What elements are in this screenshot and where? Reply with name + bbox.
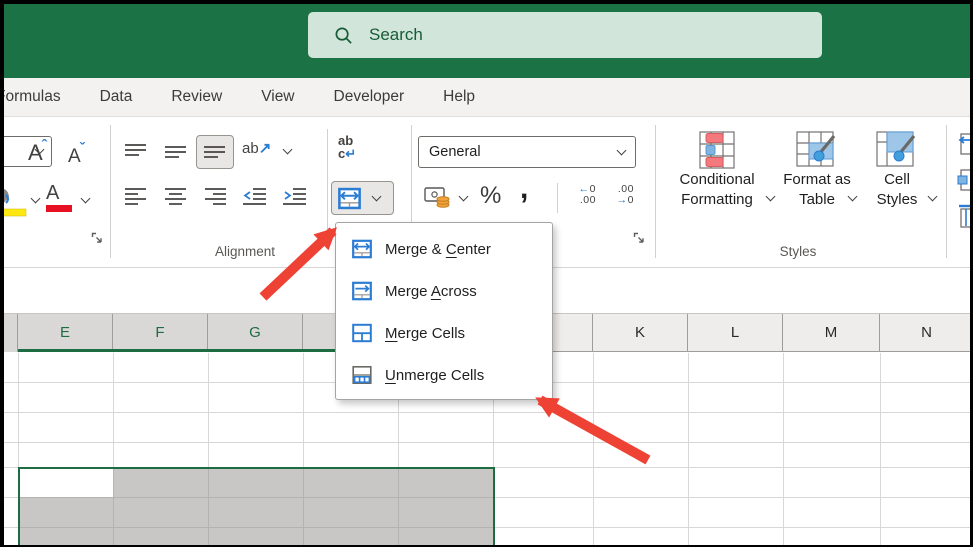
bottom-align-button[interactable] — [196, 135, 234, 169]
decrease-decimal-button[interactable]: .00 →0 — [602, 184, 634, 206]
cell-styles-button[interactable]: Cell Styles — [856, 130, 938, 210]
format-as-table-icon — [794, 130, 840, 170]
group-separator — [655, 125, 656, 258]
merge-cells-icon — [352, 323, 372, 343]
menu-item-label: Merge Cells — [385, 325, 465, 342]
tab-review[interactable]: Review — [168, 88, 225, 106]
menu-item-label: Merge & Center — [385, 241, 491, 258]
tab-developer[interactable]: Developer — [331, 88, 408, 106]
align-left-button[interactable] — [125, 187, 147, 205]
title-bar: Search — [0, 0, 973, 78]
number-format-combobox[interactable]: General — [418, 136, 636, 168]
column-header-k[interactable]: K — [593, 314, 688, 352]
caret-up-icon: ˆ — [42, 137, 47, 154]
wrap-text-button[interactable]: ab c↵ — [338, 134, 356, 160]
font-color-red-bar — [46, 205, 72, 212]
number-dialog-launcher-icon[interactable] — [632, 231, 646, 245]
menu-item-label: Merge Across — [385, 283, 477, 300]
merge-dropdown-menu: Merge & Center Merge Across Merge Cells … — [335, 222, 553, 400]
format-as-table-button[interactable]: Format as Table — [772, 130, 862, 210]
column-header-m[interactable]: M — [783, 314, 880, 352]
font-color-button[interactable]: A — [46, 183, 72, 212]
right-arrow-icon: → — [617, 194, 628, 206]
fill-color-dropdown-chevron[interactable] — [31, 194, 41, 204]
merge-center-icon — [338, 187, 361, 210]
align-right-button[interactable] — [205, 187, 227, 205]
menu-item-merge-cells[interactable]: Merge Cells — [336, 312, 552, 354]
column-header-f[interactable]: F — [113, 314, 208, 352]
column-header-l[interactable]: L — [688, 314, 783, 352]
menu-item-merge-center[interactable]: Merge & Center — [336, 228, 552, 270]
merge-dropdown-chevron[interactable] — [372, 192, 382, 202]
accounting-dropdown-chevron[interactable] — [459, 192, 469, 202]
increase-decimal-button[interactable]: ←0 .00 — [564, 184, 596, 206]
increase-indent-button[interactable] — [283, 187, 307, 205]
tab-formulas[interactable]: Formulas — [0, 88, 64, 106]
middle-align-button[interactable] — [165, 143, 187, 161]
diagonal-arrow-icon: ↗ — [259, 140, 272, 157]
font-color-dropdown-chevron[interactable] — [81, 194, 91, 204]
top-align-button[interactable] — [125, 143, 147, 161]
active-cell[interactable] — [20, 469, 113, 497]
tab-view[interactable]: View — [258, 88, 297, 106]
search-placeholder: Search — [369, 25, 423, 45]
conditional-formatting-button[interactable]: Conditional Formatting — [668, 130, 766, 210]
group-separator — [110, 125, 111, 258]
search-icon — [334, 26, 353, 45]
decrease-indent-button[interactable] — [243, 187, 267, 205]
fill-color-icon — [0, 185, 28, 217]
font-dialog-launcher-icon[interactable] — [90, 231, 104, 245]
search-input[interactable]: Search — [308, 12, 822, 58]
column-header-n[interactable]: N — [880, 314, 973, 352]
accounting-format-icon[interactable] — [424, 185, 452, 211]
merge-center-button[interactable] — [331, 181, 394, 215]
styles-group-label: Styles — [698, 244, 898, 259]
tab-data[interactable]: Data — [97, 88, 136, 106]
screenshot-edge-top — [0, 0, 973, 4]
caret-down-icon: ˇ — [80, 140, 85, 157]
excel-window: Search Formulas Data Review View Develop… — [0, 0, 973, 547]
cell-styles-icon — [874, 130, 920, 170]
menu-item-unmerge-cells[interactable]: Unmerge Cells — [336, 354, 552, 396]
inner-separator — [557, 183, 558, 213]
group-separator — [946, 125, 947, 258]
conditional-formatting-icon — [693, 130, 741, 170]
unmerge-cells-icon — [352, 365, 372, 385]
orientation-button[interactable]: ab↗ — [242, 139, 271, 157]
number-format-value: General — [429, 144, 481, 160]
bottom-align-icon — [204, 144, 226, 162]
menu-item-merge-across[interactable]: Merge Across — [336, 270, 552, 312]
return-arrow-icon: ↵ — [345, 146, 356, 161]
cell-selection-range[interactable] — [18, 467, 495, 547]
orientation-dropdown-chevron[interactable] — [283, 145, 293, 155]
menu-item-label: Unmerge Cells — [385, 367, 484, 384]
decrease-font-size-button[interactable]: Aˇ — [68, 140, 85, 167]
comma-style-button[interactable]: , — [520, 172, 528, 206]
center-align-button[interactable] — [165, 187, 187, 205]
tab-help[interactable]: Help — [440, 88, 478, 106]
merge-across-icon — [352, 281, 372, 301]
increase-font-size-button[interactable]: Aˆ — [28, 137, 47, 165]
column-header-d-sliver[interactable] — [4, 314, 18, 352]
merge-center-icon — [352, 239, 372, 259]
column-header-g[interactable]: G — [208, 314, 303, 352]
screenshot-edge-left — [0, 0, 4, 547]
alignment-group-label: Alignment — [145, 244, 345, 259]
ribbon-tab-row: Formulas Data Review View Developer Help — [0, 78, 973, 117]
chevron-down-icon — [617, 145, 627, 155]
fill-color-button[interactable] — [0, 185, 28, 217]
inner-separator — [327, 129, 328, 229]
chevron-down-icon — [928, 192, 938, 202]
column-header-e[interactable]: E — [18, 314, 113, 352]
percent-style-button[interactable]: % — [480, 182, 501, 210]
